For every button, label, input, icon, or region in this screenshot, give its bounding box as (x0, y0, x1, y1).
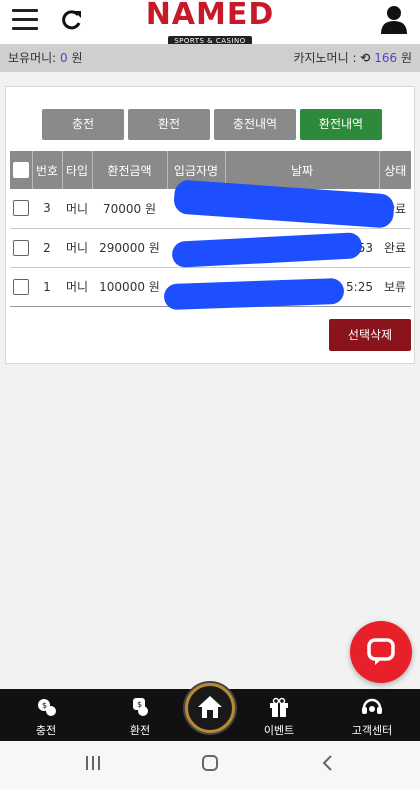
row-number: 3 (43, 201, 51, 216)
col-amount: 환전금액 (92, 151, 168, 189)
row-type: 머니 (65, 201, 89, 216)
nav-support-label: 고객센터 (351, 724, 393, 737)
tab-exchange-history[interactable]: 환전내역 (300, 109, 382, 140)
exchange-icon: $ (110, 695, 170, 719)
top-header: NAMED SPORTS & CASINO (0, 0, 420, 46)
select-all-checkbox[interactable] (12, 162, 29, 178)
chat-button[interactable] (350, 621, 412, 683)
nav-exchange-label: 환전 (129, 724, 151, 737)
select-all-cell (10, 151, 33, 189)
casino-refresh-icon[interactable]: ⟲ (360, 51, 370, 65)
home-icon (198, 696, 222, 718)
row-checkbox[interactable] (13, 239, 29, 256)
holding-value: 0 (60, 51, 68, 65)
row-number: 2 (43, 240, 51, 255)
chat-bubble-icon (367, 638, 395, 665)
row-status: 완료 (383, 241, 407, 255)
exchange-history-panel: 충전 환전 충전내역 환전내역 번호 타입 환전금액 입금자명 날짜 상태 3 … (5, 86, 415, 364)
row-date-text: 5:25 (346, 279, 373, 294)
nav-event[interactable]: 이벤트 (249, 695, 309, 738)
holding-label: 보유머니: (8, 51, 57, 65)
balance-bar: 보유머니: 0 원 카지노머니 : ⟲ 166 원 (0, 44, 420, 72)
row-checkbox[interactable] (13, 278, 29, 295)
row-type: 머니 (65, 280, 89, 294)
site-logo[interactable]: NAMED SPORTS & CASINO (145, 0, 275, 46)
gift-icon (249, 695, 309, 719)
recent-apps-icon[interactable] (84, 753, 102, 777)
user-icon[interactable] (380, 4, 408, 34)
support-headset-icon (342, 695, 402, 719)
tab-bar: 충전 환전 충전내역 환전내역 (42, 109, 382, 140)
holding-unit: 원 (71, 51, 83, 65)
home-system-icon[interactable] (201, 753, 219, 777)
row-amount: 100000 원 (99, 280, 160, 294)
row-type: 머니 (65, 241, 89, 255)
nav-charge[interactable]: $ 충전 (16, 695, 76, 738)
row-amount: 290000 원 (99, 241, 160, 255)
nav-exchange[interactable]: $ 환전 (110, 695, 170, 738)
hamburger-menu-icon[interactable] (12, 9, 38, 31)
system-navigation-bar (0, 741, 420, 789)
col-type: 타입 (62, 151, 93, 189)
casino-unit: 원 (400, 51, 412, 65)
row-number: 1 (43, 279, 51, 294)
refresh-icon[interactable] (60, 8, 84, 32)
col-status: 상태 (384, 163, 407, 178)
row-status: 보류 (383, 280, 407, 294)
col-date: 날짜 (225, 151, 380, 189)
casino-money: 카지노머니 : ⟲ 166 원 (293, 44, 412, 72)
casino-value: 166 (374, 51, 398, 65)
svg-text:$: $ (137, 700, 142, 709)
nav-support[interactable]: 고객센터 (342, 695, 402, 738)
bottom-navigation: $ 충전 $ 환전 이벤트 고객센터 (0, 683, 420, 741)
tab-charge-history[interactable]: 충전내역 (214, 109, 296, 140)
col-number: 번호 (32, 151, 63, 189)
nav-charge-label: 충전 (35, 724, 57, 737)
nav-event-label: 이벤트 (263, 724, 295, 737)
delete-selected-button[interactable]: 선택삭제 (329, 319, 411, 351)
tab-exchange[interactable]: 환전 (128, 109, 210, 140)
svg-text:$: $ (42, 701, 47, 710)
logo-main-text: NAMED (145, 0, 275, 32)
charge-icon: $ (16, 695, 76, 719)
row-checkbox[interactable] (13, 200, 29, 217)
tab-charge[interactable]: 충전 (42, 109, 124, 140)
back-icon[interactable] (319, 753, 337, 777)
casino-label: 카지노머니 : (293, 51, 357, 65)
row-amount: 70000 원 (102, 201, 157, 216)
nav-home[interactable] (185, 683, 235, 733)
holding-money: 보유머니: 0 원 (8, 44, 83, 72)
